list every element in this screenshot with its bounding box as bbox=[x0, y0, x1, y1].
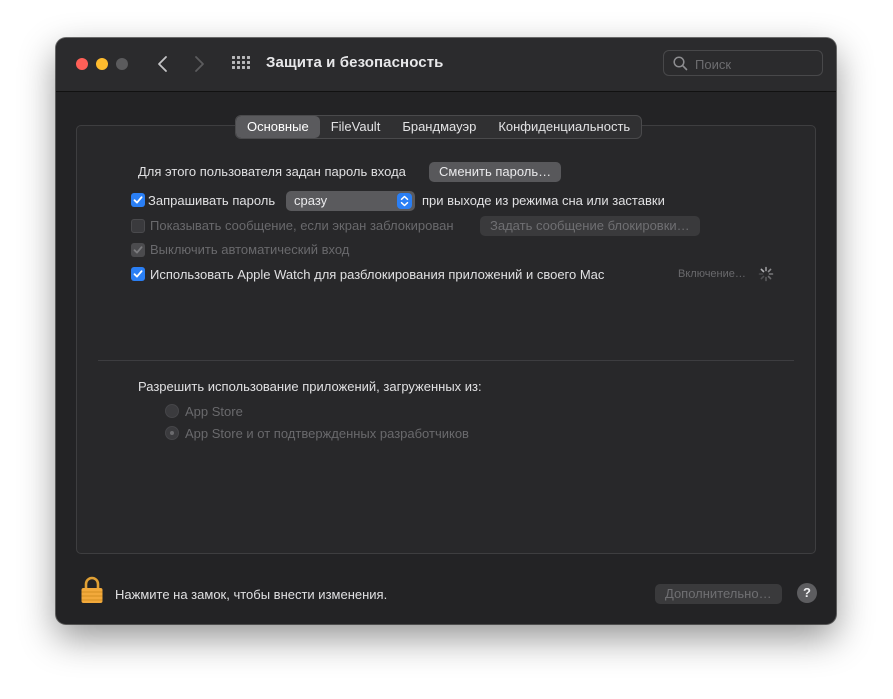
radio-app-store-identified[interactable] bbox=[165, 426, 179, 440]
show-message-label: Показывать сообщение, если экран заблоки… bbox=[150, 218, 454, 233]
disable-auto-login-checkbox[interactable] bbox=[131, 243, 145, 257]
checkmark-icon bbox=[133, 196, 143, 204]
minimize-button[interactable] bbox=[96, 58, 108, 70]
require-password-checkbox[interactable] bbox=[131, 193, 145, 207]
search-icon bbox=[673, 56, 688, 71]
apple-watch-label: Использовать Apple Watch для разблокиров… bbox=[150, 267, 605, 282]
tab-filevault[interactable]: FileVault bbox=[320, 116, 392, 138]
select-value: сразу bbox=[294, 193, 328, 208]
search-input[interactable] bbox=[693, 54, 817, 74]
advanced-button[interactable]: Дополнительно… bbox=[655, 584, 782, 604]
zoom-button[interactable] bbox=[116, 58, 128, 70]
set-lock-message-button[interactable]: Задать сообщение блокировки… bbox=[480, 216, 700, 236]
radio-app-store-label: App Store bbox=[185, 404, 243, 419]
apple-watch-checkbox[interactable] bbox=[131, 267, 145, 281]
lock-icon[interactable] bbox=[80, 576, 104, 604]
titlebar: Защита и безопасность bbox=[56, 38, 836, 92]
require-password-suffix: при выходе из режима сна или заставки bbox=[422, 193, 665, 208]
window-title: Защита и безопасность bbox=[266, 54, 444, 71]
checkmark-icon bbox=[133, 246, 143, 254]
show-all-grid-icon[interactable] bbox=[232, 56, 250, 72]
forward-arrow-icon[interactable] bbox=[192, 54, 206, 74]
require-password-delay-select[interactable]: сразу bbox=[286, 191, 415, 211]
select-arrows-icon bbox=[397, 193, 412, 209]
tab-bar: Основные FileVault Брандмауэр Конфиденци… bbox=[235, 115, 643, 139]
checkmark-icon bbox=[133, 270, 143, 278]
back-arrow-icon[interactable] bbox=[156, 54, 170, 74]
section-divider bbox=[98, 360, 794, 361]
disable-auto-login-label: Выключить автоматический вход bbox=[150, 242, 350, 257]
content-panel bbox=[76, 125, 816, 554]
radio-app-store-identified-label: App Store и от подтвержденных разработчи… bbox=[185, 426, 469, 441]
help-button[interactable]: ? bbox=[797, 583, 817, 603]
show-message-checkbox[interactable] bbox=[131, 219, 145, 233]
preferences-window: Защита и безопасность Основные FileVault… bbox=[56, 38, 836, 624]
tab-general[interactable]: Основные bbox=[236, 116, 320, 138]
radio-app-store[interactable] bbox=[165, 404, 179, 418]
require-password-label: Запрашивать пароль bbox=[148, 193, 276, 208]
loading-spinner-icon bbox=[758, 266, 774, 282]
lock-hint: Нажмите на замок, чтобы внести изменения… bbox=[115, 587, 388, 602]
tab-firewall[interactable]: Брандмауэр bbox=[391, 116, 487, 138]
password-set-label: Для этого пользователя задан пароль вход… bbox=[138, 164, 406, 179]
change-password-button[interactable]: Сменить пароль… bbox=[429, 162, 562, 182]
tab-privacy[interactable]: Конфиденциальность bbox=[487, 116, 641, 138]
search-field[interactable] bbox=[663, 50, 823, 76]
downloads-heading: Разрешить использование приложений, загр… bbox=[138, 379, 482, 394]
close-button[interactable] bbox=[76, 58, 88, 70]
apple-watch-status: Включение… bbox=[678, 268, 746, 280]
